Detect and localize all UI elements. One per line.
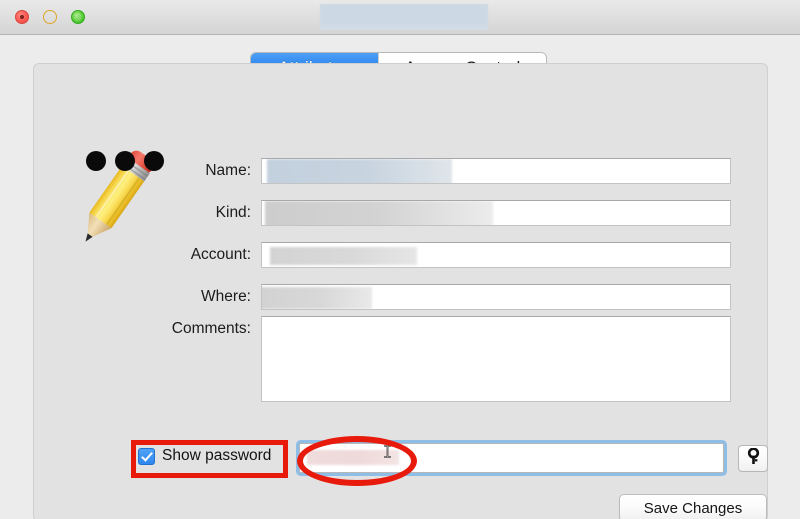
- comments-textarea[interactable]: [261, 316, 731, 402]
- window-title-redaction: [320, 4, 488, 30]
- account-value-redaction: [270, 247, 417, 265]
- key-icon: [746, 446, 761, 470]
- form-row-comments: Comments:: [34, 316, 731, 402]
- form-row-kind: Kind:: [34, 200, 731, 226]
- name-label: Name:: [205, 162, 251, 179]
- where-input[interactable]: [261, 284, 731, 310]
- where-value-redaction: [262, 287, 372, 309]
- window-content: Attributes Access Control: [0, 35, 800, 519]
- account-input[interactable]: [261, 242, 731, 268]
- password-assistant-button[interactable]: [738, 445, 768, 472]
- name-value-redaction: [267, 159, 452, 183]
- zoom-button[interactable]: [71, 10, 85, 24]
- kind-input[interactable]: [261, 200, 731, 226]
- account-label: Account:: [190, 246, 251, 263]
- minimize-button[interactable]: [43, 10, 57, 24]
- where-label: Where:: [201, 288, 251, 305]
- window-root: Attributes Access Control: [0, 0, 800, 519]
- kind-value-redaction: [265, 201, 493, 225]
- password-value-redaction: [307, 450, 399, 465]
- password-input[interactable]: [299, 443, 724, 473]
- show-password-checkbox[interactable]: [138, 447, 155, 465]
- form-row-account: Account:: [34, 242, 731, 268]
- attributes-panel: Name: Kind: Account: Where: Comments: Sh…: [33, 63, 768, 519]
- show-password-row[interactable]: Show password: [138, 447, 271, 465]
- name-input[interactable]: [261, 158, 731, 184]
- save-changes-button[interactable]: Save Changes: [619, 494, 767, 519]
- comments-label: Comments:: [171, 320, 251, 337]
- form-row-name: Name:: [34, 158, 731, 184]
- kind-label: Kind:: [215, 204, 251, 221]
- form-row-where: Where:: [34, 284, 731, 310]
- show-password-label: Show password: [162, 447, 272, 464]
- close-button[interactable]: [15, 10, 29, 24]
- password-field-wrapper: [299, 443, 724, 473]
- window-titlebar: [0, 0, 800, 35]
